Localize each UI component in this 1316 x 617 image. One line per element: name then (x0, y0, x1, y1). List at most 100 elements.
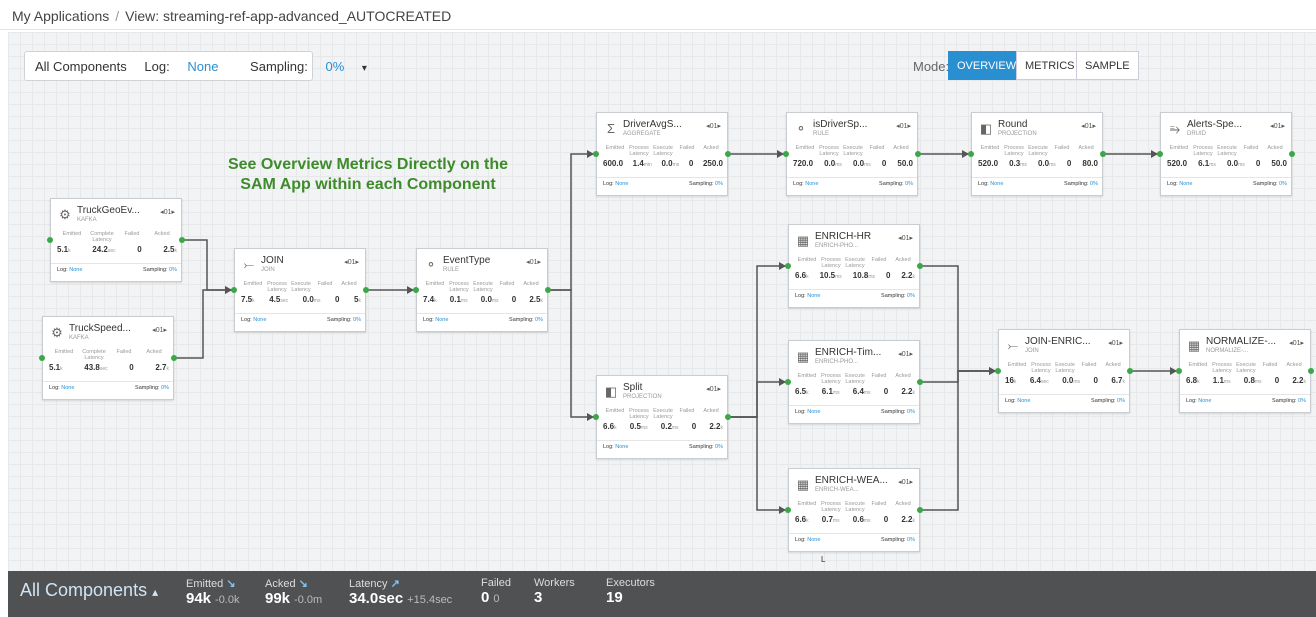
parallelism-stepper[interactable]: ◂01▸ (898, 350, 913, 358)
parallelism-stepper[interactable]: ◂01▸ (706, 385, 721, 393)
node-sampling-control[interactable]: Sampling: 0% (881, 293, 915, 299)
connection-port[interactable] (995, 368, 1001, 374)
node-sampling-control[interactable]: Sampling: 0% (1064, 181, 1098, 187)
connection-port[interactable] (171, 355, 177, 361)
connection-port[interactable] (785, 263, 791, 269)
parallelism-stepper[interactable]: ◂01▸ (526, 258, 541, 266)
connection-port[interactable] (917, 379, 923, 385)
connection-port[interactable] (39, 355, 45, 361)
node-log-control[interactable]: Log: None (1167, 181, 1192, 187)
connection-port[interactable] (1308, 368, 1314, 374)
connection-port[interactable] (1176, 368, 1182, 374)
node-sampling-control[interactable]: Sampling: 0% (689, 181, 723, 187)
node-log-control[interactable]: Log: None (795, 293, 820, 299)
connection-port[interactable] (725, 414, 731, 420)
connection-port[interactable] (783, 151, 789, 157)
topology-canvas[interactable]: All Components Log: None Sampling: 0% ▾ … (8, 32, 1316, 617)
connection-port[interactable] (725, 151, 731, 157)
components-dropdown[interactable]: All Components (35, 59, 127, 74)
mode-metrics-button[interactable]: METRICS (1016, 51, 1084, 80)
connection-port[interactable] (1289, 151, 1295, 157)
node-log-control[interactable]: Log: None (241, 317, 266, 323)
connection-port[interactable] (917, 507, 923, 513)
component-filter-bar[interactable]: All Components Log: None Sampling: 0% ▾ (24, 51, 367, 81)
parallelism-stepper[interactable]: ◂01▸ (1081, 122, 1096, 130)
parallelism-stepper[interactable]: ◂01▸ (898, 234, 913, 242)
node-log-control[interactable]: Log: None (57, 267, 82, 273)
parallelism-stepper[interactable]: ◂01▸ (896, 122, 911, 130)
connection-port[interactable] (968, 151, 974, 157)
connection-port[interactable] (1100, 151, 1106, 157)
node-sampling-control[interactable]: Sampling: 0% (689, 444, 723, 450)
stat-label-text: Emitted (186, 578, 224, 590)
connection-port[interactable] (593, 414, 599, 420)
component-node-truckgeo[interactable]: ⚙ TruckGeoEv... KAFKA ◂01▸ Emitted Comple… (50, 198, 182, 282)
parallelism-stepper[interactable]: ◂01▸ (1270, 122, 1285, 130)
stat-label-text: Latency (349, 578, 388, 590)
summary-title-dropdown[interactable]: All Components ▴ (20, 580, 158, 601)
component-node-driveravg[interactable]: Σ DriverAvgS... AGGREGATE ◂01▸ Emitted Pr… (596, 112, 728, 196)
node-sampling-control[interactable]: Sampling: 0% (1272, 398, 1306, 404)
parallelism-stepper[interactable]: ◂01▸ (152, 326, 167, 334)
node-sampling-control[interactable]: Sampling: 0% (1091, 398, 1125, 404)
component-node-enrichtim[interactable]: ▦ ENRICH-Tim... ENRICH-PHO... ◂01▸ Emitt… (788, 340, 920, 424)
connection-port[interactable] (915, 151, 921, 157)
connection-port[interactable] (47, 237, 53, 243)
node-log-control[interactable]: Log: None (1005, 398, 1030, 404)
connection-port[interactable] (917, 263, 923, 269)
node-sampling-control[interactable]: Sampling: 0% (327, 317, 361, 323)
component-node-normalize[interactable]: ▦ NORMALIZE-... NORMALIZE-... ◂01▸ Emitt… (1179, 329, 1311, 413)
connection-port[interactable] (1157, 151, 1163, 157)
component-node-isdriver[interactable]: ⚬ isDriverSp... RULE ◂01▸ Emitted Process… (786, 112, 918, 196)
connection-port[interactable] (785, 507, 791, 513)
node-log-control[interactable]: Log: None (795, 537, 820, 543)
connection-port[interactable] (1127, 368, 1133, 374)
node-log-control[interactable]: Log: None (1186, 398, 1211, 404)
parallelism-stepper[interactable]: ◂01▸ (160, 208, 175, 216)
node-sampling-control[interactable]: Sampling: 0% (135, 385, 169, 391)
component-node-eventtype[interactable]: ⚬ EventType RULE ◂01▸ Emitted Process Lat… (416, 248, 548, 332)
connection-port[interactable] (593, 151, 599, 157)
component-node-join[interactable]: ⤚ JOIN JOIN ◂01▸ Emitted Process Latency E… (234, 248, 366, 332)
connection-port[interactable] (231, 287, 237, 293)
node-log-control[interactable]: Log: None (423, 317, 448, 323)
component-node-split[interactable]: ◧ Split PROJECTION ◂01▸ Emitted Process L… (596, 375, 728, 459)
connection-port[interactable] (545, 287, 551, 293)
component-node-enrichhr[interactable]: ▦ ENRICH-HR ENRICH-PHO... ◂01▸ Emitted Pr… (788, 224, 920, 308)
log-filter[interactable]: Log: None (144, 59, 232, 74)
parallelism-stepper[interactable]: ◂01▸ (706, 122, 721, 130)
parallelism-stepper[interactable]: ◂01▸ (1108, 339, 1123, 347)
mode-overview-button[interactable]: OVERVIEW (948, 51, 1026, 80)
sampling-filter[interactable]: Sampling: 0% ▾ (250, 59, 381, 74)
connection-port[interactable] (413, 287, 419, 293)
node-log-control[interactable]: Log: None (795, 409, 820, 415)
mode-sample-button[interactable]: SAMPLE (1076, 51, 1139, 80)
connection-port[interactable] (179, 237, 185, 243)
component-node-alerts[interactable]: ⥱ Alerts-Spe... DRUID ◂01▸ Emitted Proces… (1160, 112, 1292, 196)
node-sampling-control[interactable]: Sampling: 0% (879, 181, 913, 187)
parallelism-stepper[interactable]: ◂01▸ (1289, 339, 1304, 347)
breadcrumb-root-link[interactable]: My Applications (12, 8, 109, 24)
component-node-truckspeed[interactable]: ⚙ TruckSpeed... KAFKA ◂01▸ Emitted Comple… (42, 316, 174, 400)
node-sampling-control[interactable]: Sampling: 0% (881, 537, 915, 543)
node-sampling-control[interactable]: Sampling: 0% (143, 267, 177, 273)
node-log-control[interactable]: Log: None (793, 181, 818, 187)
node-sampling-control[interactable]: Sampling: 0% (509, 317, 543, 323)
parallelism-stepper[interactable]: ◂01▸ (898, 478, 913, 486)
node-log-control[interactable]: Log: None (978, 181, 1003, 187)
node-log-control[interactable]: Log: None (603, 181, 628, 187)
connection-line (920, 370, 996, 511)
parallelism-stepper[interactable]: ◂01▸ (344, 258, 359, 266)
node-log-control[interactable]: Log: None (49, 385, 74, 391)
connection-port[interactable] (363, 287, 369, 293)
component-node-round[interactable]: ◧ Round PROJECTION ◂01▸ Emitted Process L… (971, 112, 1103, 196)
node-sampling-control[interactable]: Sampling: 0% (1253, 181, 1287, 187)
metric-header: Execute Latency (845, 373, 865, 385)
metric-value: 43.8sec (84, 363, 107, 372)
node-sampling-control[interactable]: Sampling: 0% (881, 409, 915, 415)
component-node-enrichwea[interactable]: ▦ ENRICH-WEA... ENRICH-WEA... ◂01▸ Emitt… (788, 468, 920, 552)
node-log-control[interactable]: Log: None (603, 444, 628, 450)
enrich-icon: ▦ (1187, 338, 1201, 353)
component-node-joinenric[interactable]: ⤚ JOIN-ENRIC... JOIN ◂01▸ Emitted Process… (998, 329, 1130, 413)
connection-port[interactable] (785, 379, 791, 385)
